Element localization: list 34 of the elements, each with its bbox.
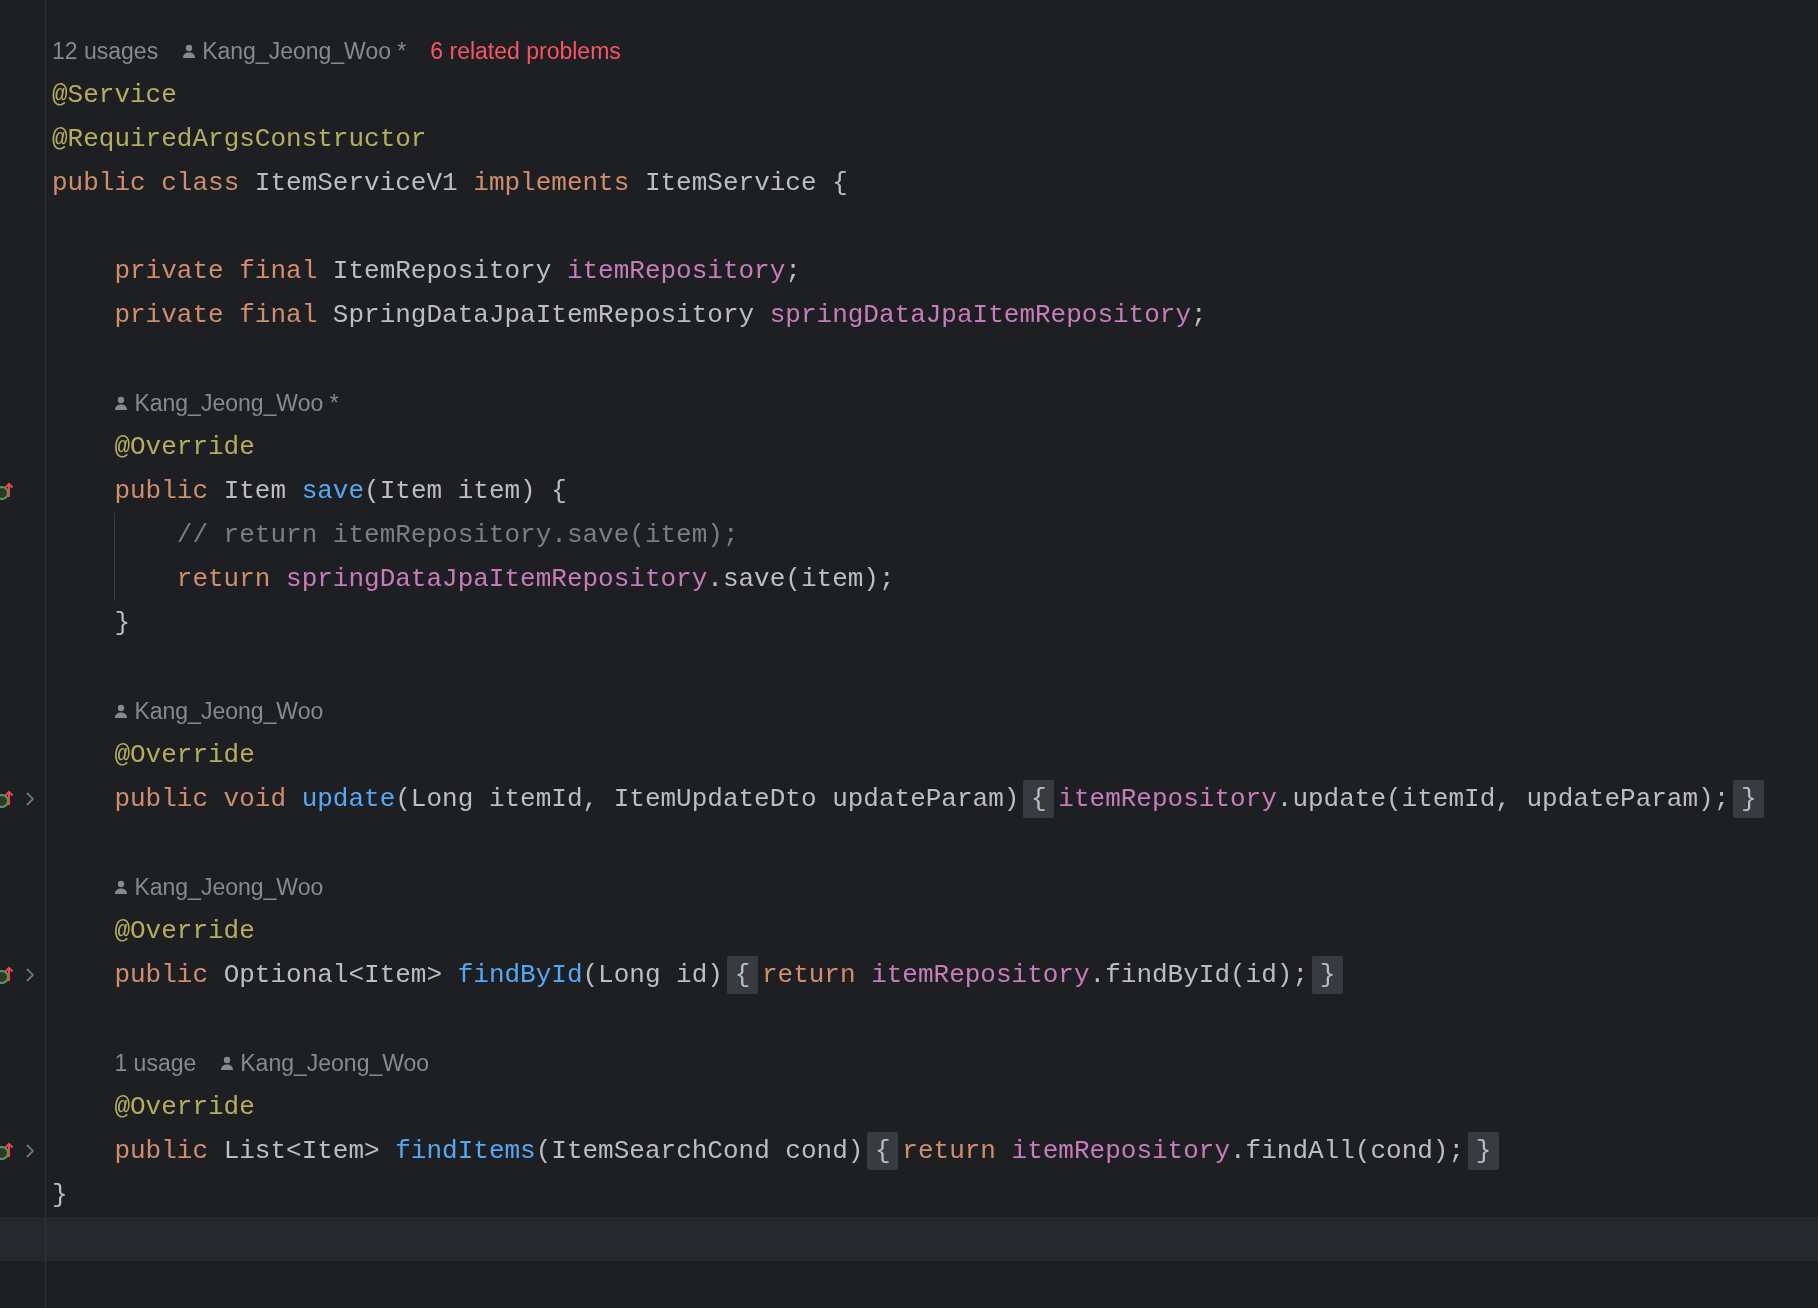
- code-line: @RequiredArgsConstructor: [52, 124, 427, 154]
- author-name[interactable]: Kang_Jeong_Woo: [240, 1049, 430, 1077]
- implemented-method-icon[interactable]: [0, 965, 14, 985]
- code-line: return springDataJpaItemRepository.save(item);: [176, 564, 895, 594]
- code-line: }: [114, 608, 130, 638]
- code-line: // return itemRepository.save(item);: [176, 520, 739, 550]
- person-icon: [114, 704, 129, 718]
- code-line: }: [52, 1180, 68, 1210]
- implemented-method-icon[interactable]: [0, 1141, 14, 1161]
- code-line: @Override: [114, 1092, 255, 1122]
- usages-link[interactable]: 12 usages: [52, 37, 159, 65]
- person-icon: [114, 396, 129, 410]
- code-line: private final ItemRepository itemRepository;: [114, 256, 801, 286]
- person-icon: [220, 1056, 235, 1070]
- person-icon: [182, 44, 197, 58]
- expand-chevron-icon[interactable]: [25, 791, 35, 807]
- code-line: @Override: [114, 432, 255, 462]
- implemented-method-icon[interactable]: [0, 789, 14, 809]
- author-name[interactable]: Kang_Jeong_Woo *: [134, 389, 339, 417]
- usages-link[interactable]: 1 usage: [114, 1049, 197, 1077]
- code-line: private final SpringDataJpaItemRepository springDataJpaItemRepository;: [114, 300, 1207, 330]
- code-line: @Override: [114, 916, 255, 946]
- expand-chevron-icon[interactable]: [25, 967, 35, 983]
- author-name[interactable]: Kang_Jeong_Woo: [134, 697, 324, 725]
- expand-chevron-icon[interactable]: [25, 1143, 35, 1159]
- person-icon: [114, 880, 129, 894]
- code-line: @Override: [114, 740, 255, 770]
- code-line: public class ItemServiceV1 implements ItemService {: [52, 168, 848, 198]
- code-line: public Item save(Item item) {: [114, 476, 567, 506]
- related-problems-link[interactable]: 6 related problems: [430, 37, 621, 65]
- code-line: @Service: [52, 80, 177, 110]
- author-name[interactable]: Kang_Jeong_Woo *: [202, 37, 407, 65]
- author-name[interactable]: Kang_Jeong_Woo: [134, 873, 324, 901]
- implemented-method-icon[interactable]: [0, 481, 14, 501]
